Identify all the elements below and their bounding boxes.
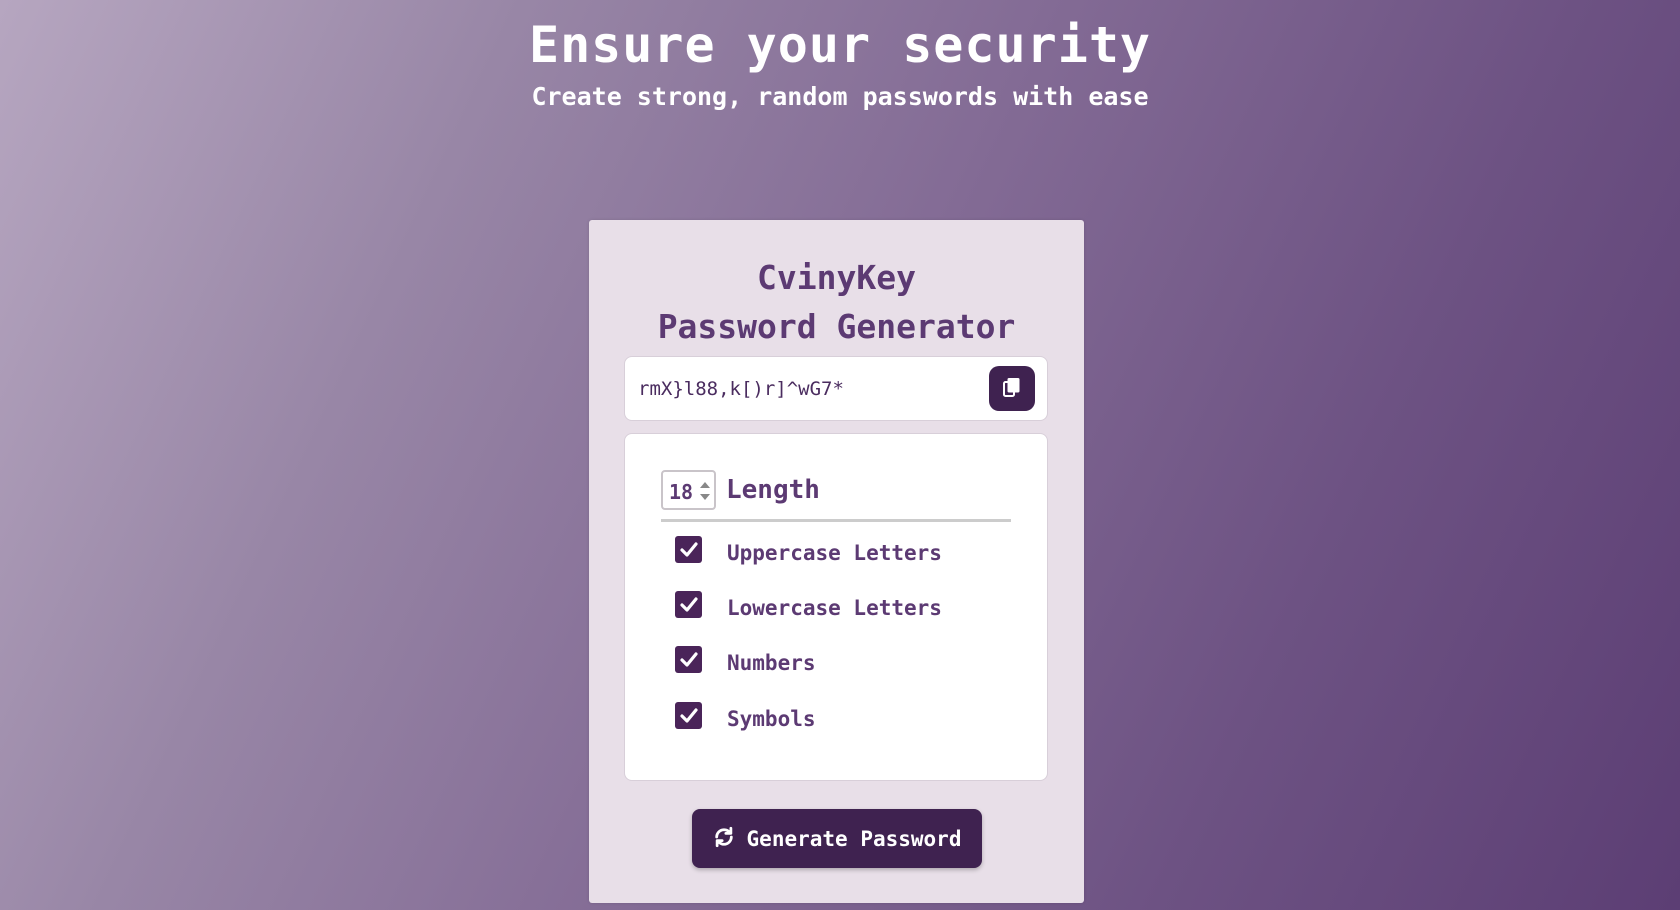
option-numbers[interactable]: Numbers [675,646,1005,676]
card-title: CvinyKey Password Generator [589,253,1084,351]
option-lowercase[interactable]: Lowercase Letters [675,591,1005,621]
checkmark-icon [679,542,698,557]
option-uppercase[interactable]: Uppercase Letters [675,536,1005,566]
password-value[interactable]: rmX}l88,k[)r]^wG7* [638,377,844,401]
checkmark-icon [679,597,698,612]
copy-button[interactable] [989,366,1035,411]
password-generator-card: CvinyKey Password Generator rmX}l88,k[)r… [589,220,1084,903]
generate-label: Generate Password [746,826,962,851]
length-stepper[interactable]: 18 [661,470,716,510]
numbers-checkbox[interactable] [675,646,702,673]
symbols-label: Symbols [727,707,816,731]
option-symbols[interactable]: Symbols [675,702,1005,732]
uppercase-label: Uppercase Letters [727,541,942,565]
password-output[interactable]: rmX}l88,k[)r]^wG7* [624,356,1048,421]
brand-name: CvinyKey [757,258,916,297]
copy-icon [1003,377,1021,401]
lowercase-checkbox[interactable] [675,591,702,618]
hero-subtitle: Create strong, random passwords with eas… [531,82,1149,111]
checkmark-icon [679,652,698,667]
length-value[interactable]: 18 [669,480,693,504]
stepper-up-icon[interactable] [700,482,710,488]
checkmark-icon [679,708,698,723]
symbols-checkbox[interactable] [675,702,702,729]
length-label: Length [726,475,820,505]
uppercase-checkbox[interactable] [675,536,702,563]
generate-password-button[interactable]: Generate Password [692,809,982,868]
hero-title: Ensure your security [528,16,1152,74]
length-row: 18 Length [661,470,1011,522]
stepper-down-icon[interactable] [700,494,710,500]
lowercase-label: Lowercase Letters [727,596,942,620]
refresh-icon [713,826,735,852]
card-subtitle: Password Generator [657,307,1016,346]
hero-section: Ensure your security Create strong, rand… [0,14,1680,114]
options-panel: 18 Length Uppercase Letters Lowercase Le… [624,433,1048,781]
numbers-label: Numbers [727,651,816,675]
